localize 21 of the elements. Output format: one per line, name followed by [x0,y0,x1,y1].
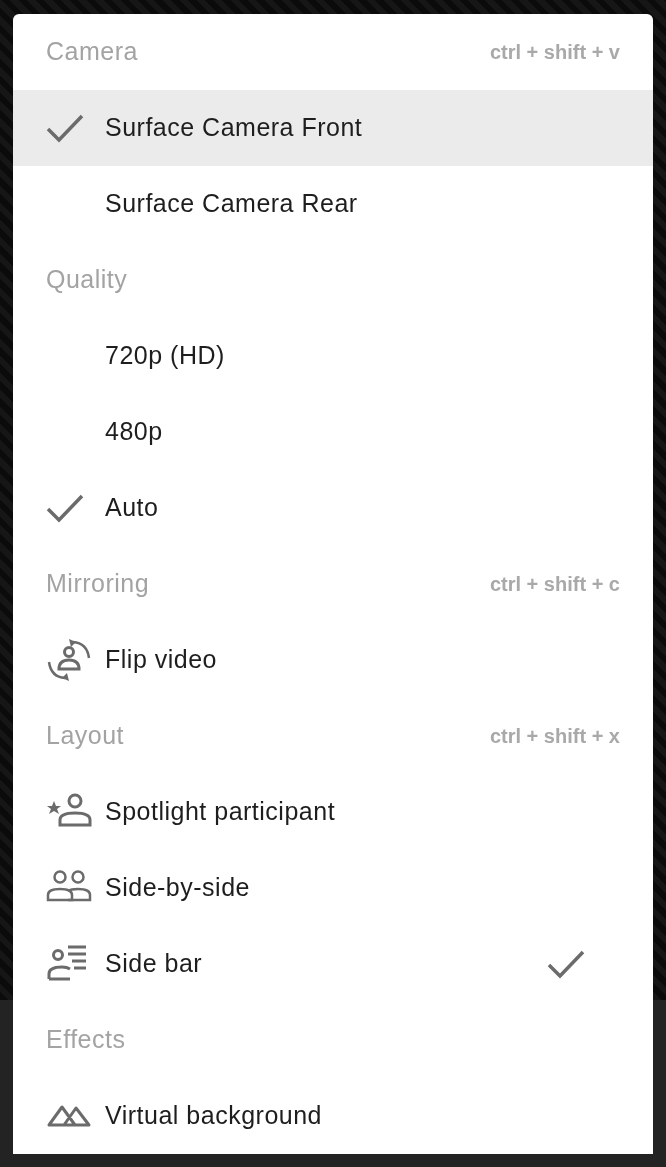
menu-item-label: 720p (HD) [105,340,226,372]
menu-item-label: 480p [105,416,164,448]
keyboard-shortcut: ctrl + shift + c [489,572,620,597]
section-heading: Layout [46,720,125,752]
menu-item[interactable]: Surface Camera Front [13,90,653,166]
section-heading: Quality [46,264,128,296]
section-heading: Effects [46,1024,126,1056]
keyboard-shortcut: ctrl + shift + x [489,724,620,749]
section-heading: Camera [46,36,138,68]
menu-item-label: Flip video [105,644,218,676]
menu-item-label: Virtual background [105,1100,323,1132]
section-heading: Mirroring [46,568,150,600]
mountains-icon [46,1104,92,1128]
menu-item-label: Surface Camera Rear [105,188,359,220]
person-rotate-icon [46,637,92,683]
menu-item-label: Side bar [105,948,204,980]
keyboard-shortcut: ctrl + shift + v [489,40,620,65]
menu-item-label: Spotlight participant [105,796,337,828]
menu-item-label: Auto [105,492,160,524]
menu-item-label: Side-by-side [105,872,251,904]
menu-item-label: Surface Camera Front [105,112,364,144]
